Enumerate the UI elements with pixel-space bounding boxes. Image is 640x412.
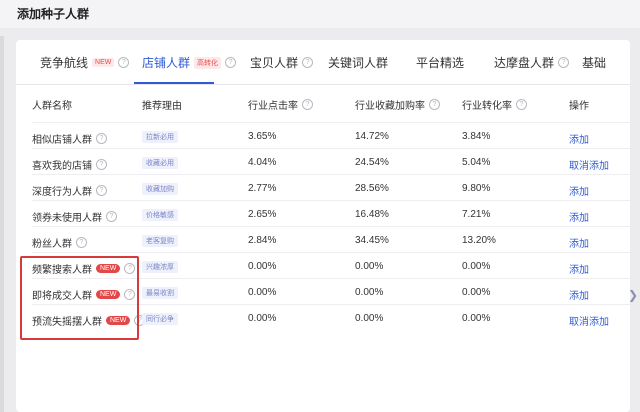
tab-label: 平台精选 [416, 56, 465, 70]
tab-label: 基础 [582, 56, 607, 70]
ctr-value: 0.00% [248, 287, 277, 298]
add-button[interactable]: 添加 [569, 209, 589, 224]
help-icon[interactable]: ? [118, 57, 130, 68]
fav-value: 0.00% [355, 261, 384, 272]
col-name-header: 人群名称 [32, 101, 72, 112]
help-icon[interactable]: ? [96, 133, 107, 144]
fav-value: 0.00% [355, 313, 384, 324]
crowd-name: 深度行为人群? [32, 183, 107, 198]
help-icon[interactable]: ? [302, 57, 314, 68]
help-icon[interactable]: ? [96, 159, 107, 170]
help-icon[interactable]: ? [225, 57, 237, 68]
fav-value: 28.56% [355, 183, 389, 194]
reason-tag: 价格敏感 [142, 209, 178, 221]
table-row: 深度行为人群? 收藏加购 2.77% 28.56% 9.80% 添加 [32, 174, 630, 201]
tab-keyword-crowd[interactable]: 关键词人群 [328, 54, 388, 71]
help-icon[interactable]: ? [558, 57, 570, 68]
active-tab-indicator [134, 82, 214, 84]
cvr-value: 7.21% [462, 209, 491, 220]
table-row: 领券未使用人群? 价格敏感 2.65% 16.48% 7.21% 添加 [32, 200, 630, 227]
reason-tag: 最易收割 [142, 287, 178, 299]
cvr-value: 0.00% [462, 313, 491, 324]
table-row: 相似店铺人群? 拉新必用 3.65% 14.72% 3.84% 添加 [32, 122, 630, 149]
crowd-name: 喜欢我的店铺? [32, 157, 107, 172]
cvr-value: 0.00% [462, 287, 491, 298]
hot-badge: 高转化 [194, 56, 222, 69]
col-action-header: 操作 [569, 101, 589, 112]
cvr-value: 5.04% [462, 157, 491, 168]
add-button[interactable]: 添加 [569, 183, 589, 198]
col-fav-header: 行业收藏加购率? [355, 97, 440, 112]
fav-value: 24.54% [355, 157, 389, 168]
add-button[interactable]: 添加 [569, 261, 589, 276]
crowd-name: 相似店铺人群? [32, 131, 107, 146]
ctr-value: 0.00% [248, 313, 277, 324]
ctr-value: 2.84% [248, 235, 277, 246]
help-icon[interactable]: ? [76, 237, 87, 248]
col-ctr-header: 行业点击率? [248, 97, 313, 112]
tab-competitor[interactable]: 竞争航线 NEW ? [40, 54, 130, 71]
help-icon[interactable]: ? [516, 99, 527, 110]
highlight-box [20, 256, 139, 340]
dialog-title: 添加种子人群 [17, 7, 90, 21]
cvr-value: 0.00% [462, 261, 491, 272]
reason-tag: 收藏必用 [142, 157, 178, 169]
new-badge: NEW [92, 58, 115, 67]
ctr-value: 2.77% [248, 183, 277, 194]
tab-label: 宝贝人群 [250, 56, 299, 70]
ctr-value: 2.65% [248, 209, 277, 220]
fav-value: 0.00% [355, 287, 384, 298]
tab-bar: 竞争航线 NEW ? 店铺人群 高转化 ? 宝贝人群 ? 关键词人群 平台精选 … [16, 40, 630, 85]
table-header: 人群名称 推荐理由 行业点击率? 行业收藏加购率? 行业转化率? 操作 [32, 88, 630, 116]
add-button[interactable]: 添加 [569, 235, 589, 250]
tab-item-crowd[interactable]: 宝贝人群 ? [250, 54, 314, 71]
cvr-value: 3.84% [462, 131, 491, 142]
reason-tag: 老客复购 [142, 235, 178, 247]
reason-tag: 拉新必用 [142, 131, 178, 143]
left-edge [0, 36, 4, 412]
table-row: 粉丝人群? 老客复购 2.84% 34.45% 13.20% 添加 [32, 226, 630, 253]
tab-basic[interactable]: 基础 [582, 54, 606, 71]
tab-label: 关键词人群 [328, 56, 389, 70]
cancel-add-button[interactable]: 取消添加 [569, 157, 609, 172]
add-button[interactable]: 添加 [569, 131, 589, 146]
crowd-name: 领券未使用人群? [32, 209, 117, 224]
crowd-name: 粉丝人群? [32, 235, 87, 250]
dialog-header: 添加种子人群 [0, 0, 640, 28]
help-icon[interactable]: ? [96, 185, 107, 196]
tab-store-crowd[interactable]: 店铺人群 高转化 ? [142, 54, 237, 71]
add-button[interactable]: 添加 [569, 287, 589, 302]
cancel-add-button[interactable]: 取消添加 [569, 313, 609, 328]
ctr-value: 4.04% [248, 157, 277, 168]
reason-tag: 收藏加购 [142, 183, 178, 195]
help-icon[interactable]: ? [106, 211, 117, 222]
dialog-panel: 竞争航线 NEW ? 店铺人群 高转化 ? 宝贝人群 ? 关键词人群 平台精选 … [16, 40, 630, 412]
help-icon[interactable]: ? [429, 99, 440, 110]
reason-tag: 同行必争 [142, 313, 178, 325]
tab-dmp-crowd[interactable]: 达摩盘人群 ? [494, 54, 570, 71]
tab-platform-pick[interactable]: 平台精选 [416, 54, 464, 71]
help-icon[interactable]: ? [302, 99, 313, 110]
ctr-value: 0.00% [248, 261, 277, 272]
fav-value: 16.48% [355, 209, 389, 220]
reason-tag: 兴趣浓厚 [142, 261, 178, 273]
col-reason-header: 推荐理由 [142, 101, 182, 112]
col-cvr-header: 行业转化率? [462, 97, 527, 112]
chevron-right-icon[interactable]: ❯ [628, 288, 638, 302]
table-row: 喜欢我的店铺? 收藏必用 4.04% 24.54% 5.04% 取消添加 [32, 148, 630, 175]
tab-label: 店铺人群 [142, 56, 191, 70]
tab-label: 竞争航线 [40, 56, 89, 70]
tab-label: 达摩盘人群 [494, 56, 555, 70]
cvr-value: 9.80% [462, 183, 491, 194]
fav-value: 34.45% [355, 235, 389, 246]
cvr-value: 13.20% [462, 235, 496, 246]
fav-value: 14.72% [355, 131, 389, 142]
ctr-value: 3.65% [248, 131, 277, 142]
